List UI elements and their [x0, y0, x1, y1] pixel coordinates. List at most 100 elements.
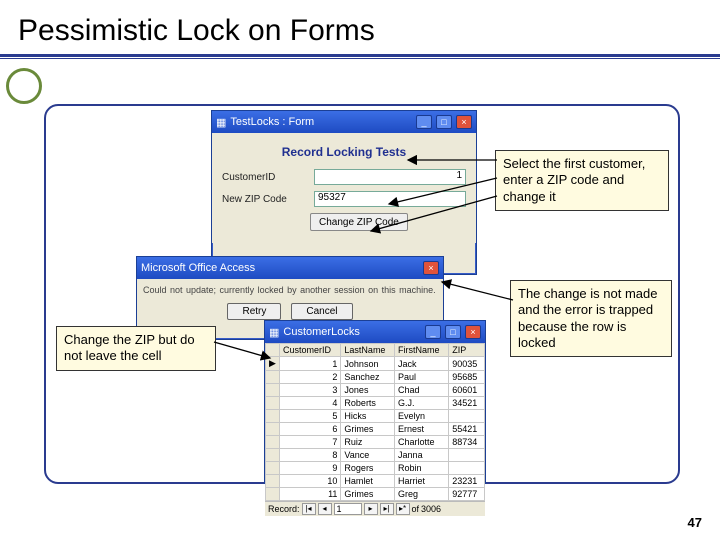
row-selector[interactable]: [266, 475, 280, 488]
ds-maximize-button[interactable]: □: [445, 325, 461, 339]
table-row[interactable]: 6GrimesErnest55421: [266, 423, 485, 436]
table-row[interactable]: 3JonesChad60601: [266, 384, 485, 397]
cell-lastname[interactable]: Sanchez: [341, 371, 395, 384]
row-selector[interactable]: [266, 371, 280, 384]
cell-customerid[interactable]: 3: [280, 384, 341, 397]
dialog-titlebar[interactable]: Microsoft Office Access ×: [137, 257, 443, 279]
col-customerid[interactable]: CustomerID: [280, 344, 341, 357]
cell-customerid[interactable]: 10: [280, 475, 341, 488]
cell-lastname[interactable]: Grimes: [341, 488, 395, 501]
cell-zip[interactable]: 60601: [449, 384, 485, 397]
cell-zip[interactable]: 88734: [449, 436, 485, 449]
cell-firstname[interactable]: Greg: [395, 488, 449, 501]
nav-first-button[interactable]: |◂: [302, 503, 316, 515]
cell-zip[interactable]: 23231: [449, 475, 485, 488]
change-zip-button[interactable]: Change ZIP Code: [310, 213, 408, 231]
cell-firstname[interactable]: Paul: [395, 371, 449, 384]
nav-prev-button[interactable]: ◂: [318, 503, 332, 515]
nav-total: 3006: [421, 504, 441, 514]
cell-zip[interactable]: [449, 410, 485, 423]
row-selector[interactable]: [266, 423, 280, 436]
nav-last-button[interactable]: ▸|: [380, 503, 394, 515]
cell-firstname[interactable]: Evelyn: [395, 410, 449, 423]
ds-minimize-button[interactable]: _: [425, 325, 441, 339]
cell-zip[interactable]: 55421: [449, 423, 485, 436]
form-title-text: TestLocks : Form: [230, 116, 314, 128]
cell-customerid[interactable]: 8: [280, 449, 341, 462]
table-row[interactable]: 10HamletHarriet23231: [266, 475, 485, 488]
cell-zip[interactable]: [449, 449, 485, 462]
row-selector[interactable]: [266, 488, 280, 501]
cell-customerid[interactable]: 6: [280, 423, 341, 436]
nav-position-input[interactable]: [334, 503, 362, 515]
cell-firstname[interactable]: Robin: [395, 462, 449, 475]
col-firstname[interactable]: FirstName: [395, 344, 449, 357]
cell-lastname[interactable]: Rogers: [341, 462, 395, 475]
ds-close-button[interactable]: ×: [465, 325, 481, 339]
cell-lastname[interactable]: Grimes: [341, 423, 395, 436]
form-titlebar[interactable]: ▦ TestLocks : Form _ □ ×: [212, 111, 476, 133]
cell-customerid[interactable]: 4: [280, 397, 341, 410]
nav-new-button[interactable]: ▸*: [396, 503, 410, 515]
cell-firstname[interactable]: Janna: [395, 449, 449, 462]
col-lastname[interactable]: LastName: [341, 344, 395, 357]
cell-customerid[interactable]: 1: [280, 357, 341, 371]
col-zip[interactable]: ZIP: [449, 344, 485, 357]
cell-firstname[interactable]: Chad: [395, 384, 449, 397]
close-button[interactable]: ×: [456, 115, 472, 129]
cell-lastname[interactable]: Johnson: [341, 357, 395, 371]
row-selector[interactable]: [266, 397, 280, 410]
cell-lastname[interactable]: Ruiz: [341, 436, 395, 449]
row-selector-header[interactable]: [266, 344, 280, 357]
form-icon: ▦: [216, 116, 226, 129]
nav-next-button[interactable]: ▸: [364, 503, 378, 515]
row-selector[interactable]: [266, 384, 280, 397]
table-row[interactable]: 4RobertsG.J.34521: [266, 397, 485, 410]
minimize-button[interactable]: _: [416, 115, 432, 129]
datasheet-grid[interactable]: CustomerID LastName FirstName ZIP ▶1John…: [265, 343, 485, 501]
cell-zip[interactable]: 92777: [449, 488, 485, 501]
cell-zip[interactable]: 90035: [449, 357, 485, 371]
cell-zip[interactable]: 34521: [449, 397, 485, 410]
cell-customerid[interactable]: 5: [280, 410, 341, 423]
cell-firstname[interactable]: Ernest: [395, 423, 449, 436]
cell-lastname[interactable]: Jones: [341, 384, 395, 397]
row-selector[interactable]: [266, 410, 280, 423]
row-selector[interactable]: ▶: [266, 357, 280, 371]
row-selector[interactable]: [266, 449, 280, 462]
cell-lastname[interactable]: Hicks: [341, 410, 395, 423]
customerlocks-datasheet: ▦ CustomerLocks _ □ × CustomerID LastNam…: [264, 320, 486, 484]
maximize-button[interactable]: □: [436, 115, 452, 129]
cell-firstname[interactable]: Jack: [395, 357, 449, 371]
table-row[interactable]: 2SanchezPaul95685: [266, 371, 485, 384]
row-selector[interactable]: [266, 436, 280, 449]
table-row[interactable]: 11GrimesGreg92777: [266, 488, 485, 501]
input-newzip[interactable]: 95327: [314, 191, 466, 207]
cell-firstname[interactable]: G.J.: [395, 397, 449, 410]
label-newzip: New ZIP Code: [222, 194, 306, 205]
cell-customerid[interactable]: 2: [280, 371, 341, 384]
cell-lastname[interactable]: Vance: [341, 449, 395, 462]
cell-firstname[interactable]: Harriet: [395, 475, 449, 488]
cell-customerid[interactable]: 11: [280, 488, 341, 501]
cell-zip[interactable]: [449, 462, 485, 475]
cell-lastname[interactable]: Roberts: [341, 397, 395, 410]
input-customerid[interactable]: 1: [314, 169, 466, 185]
table-row[interactable]: ▶1JohnsonJack90035: [266, 357, 485, 371]
table-row[interactable]: 7RuizCharlotte88734: [266, 436, 485, 449]
cell-firstname[interactable]: Charlotte: [395, 436, 449, 449]
cell-customerid[interactable]: 7: [280, 436, 341, 449]
table-row[interactable]: 5HicksEvelyn: [266, 410, 485, 423]
title-rule-thick: [0, 54, 720, 57]
table-row[interactable]: 9RogersRobin: [266, 462, 485, 475]
cell-customerid[interactable]: 9: [280, 462, 341, 475]
cell-lastname[interactable]: Hamlet: [341, 475, 395, 488]
dialog-close-button[interactable]: ×: [423, 261, 439, 275]
retry-button[interactable]: Retry: [227, 303, 281, 320]
table-row[interactable]: 8VanceJanna: [266, 449, 485, 462]
cell-zip[interactable]: 95685: [449, 371, 485, 384]
cancel-button[interactable]: Cancel: [291, 303, 352, 320]
datasheet-titlebar[interactable]: ▦ CustomerLocks _ □ ×: [265, 321, 485, 343]
form-testlocks-window: ▦ TestLocks : Form _ □ × Record Locking …: [211, 110, 477, 275]
row-selector[interactable]: [266, 462, 280, 475]
